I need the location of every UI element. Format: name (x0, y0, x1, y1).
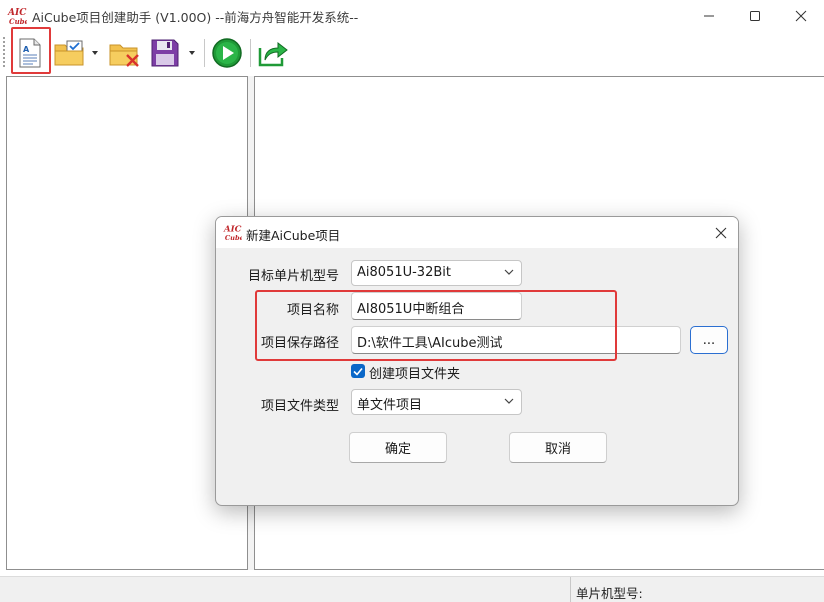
status-chip-model: 单片机型号: (576, 586, 643, 601)
toolbar-separator (250, 39, 251, 67)
toolbar-grip[interactable] (3, 37, 5, 69)
open-project-button[interactable] (53, 36, 87, 70)
dialog-close-button[interactable] (704, 217, 738, 248)
browse-button[interactable]: ... (690, 326, 728, 354)
chevron-down-icon (189, 51, 195, 55)
create-folder-label[interactable]: 创建项目文件夹 (369, 363, 460, 382)
target-mcu-value: Ai8051U-32Bit (357, 265, 451, 280)
ok-button[interactable]: 确定 (349, 432, 447, 463)
save-project-button[interactable] (148, 36, 182, 70)
maximize-icon (750, 10, 760, 21)
toolbar-separator (204, 39, 205, 67)
close-project-button[interactable] (108, 36, 142, 70)
project-tree-pane[interactable] (6, 76, 248, 570)
target-mcu-label: 目标单片机型号 (247, 269, 339, 284)
svg-text:Cube: Cube (9, 17, 27, 26)
cancel-button[interactable]: 取消 (509, 432, 607, 463)
svg-text:Cube: Cube (225, 234, 242, 242)
title-bar: AIC Cube AiCube项目创建助手 (V1.00O) --前海方舟智能开… (0, 0, 824, 31)
maximize-button[interactable] (732, 0, 778, 31)
chevron-down-icon (504, 269, 514, 275)
minimize-icon (704, 15, 714, 16)
save-project-dropdown[interactable] (186, 36, 198, 70)
status-bar (0, 576, 824, 602)
aicube-logo-icon: AIC Cube (7, 8, 27, 26)
target-mcu-select[interactable]: Ai8051U-32Bit (351, 260, 522, 286)
status-divider (570, 577, 571, 602)
aicube-logo-icon: AIC Cube (223, 225, 242, 242)
fields-highlight (255, 290, 617, 361)
toolbar: A (0, 31, 824, 75)
save-project-icon (151, 39, 179, 67)
file-type-select[interactable]: 单文件项目 (351, 389, 522, 415)
open-project-icon (54, 40, 84, 66)
close-icon (715, 227, 727, 238)
minimize-button[interactable] (686, 0, 732, 31)
dialog-title-bar: AIC Cube 新建AiCube项目 (216, 217, 738, 248)
chevron-down-icon (504, 398, 514, 404)
run-icon (212, 38, 242, 68)
new-project-dialog: AIC Cube 新建AiCube项目 目标单片机型号 Ai8051U-32Bi… (215, 216, 739, 506)
chevron-down-icon (92, 51, 98, 55)
close-project-icon (109, 44, 139, 67)
dialog-title: 新建AiCube项目 (246, 228, 341, 243)
export-icon (258, 41, 288, 67)
new-project-highlight (11, 27, 51, 74)
window-close-button[interactable] (778, 0, 824, 31)
file-type-value: 单文件项目 (357, 398, 423, 413)
checkmark-icon (353, 367, 363, 376)
svg-text:AIC: AIC (223, 225, 242, 235)
window-title: AiCube项目创建助手 (V1.00O) --前海方舟智能开发系统-- (32, 10, 359, 25)
create-folder-checkbox[interactable] (351, 364, 365, 378)
open-project-dropdown[interactable] (89, 36, 101, 70)
run-button[interactable] (210, 36, 244, 70)
file-type-label: 项目文件类型 (260, 399, 339, 414)
export-button[interactable] (256, 36, 290, 70)
close-icon (795, 10, 807, 21)
